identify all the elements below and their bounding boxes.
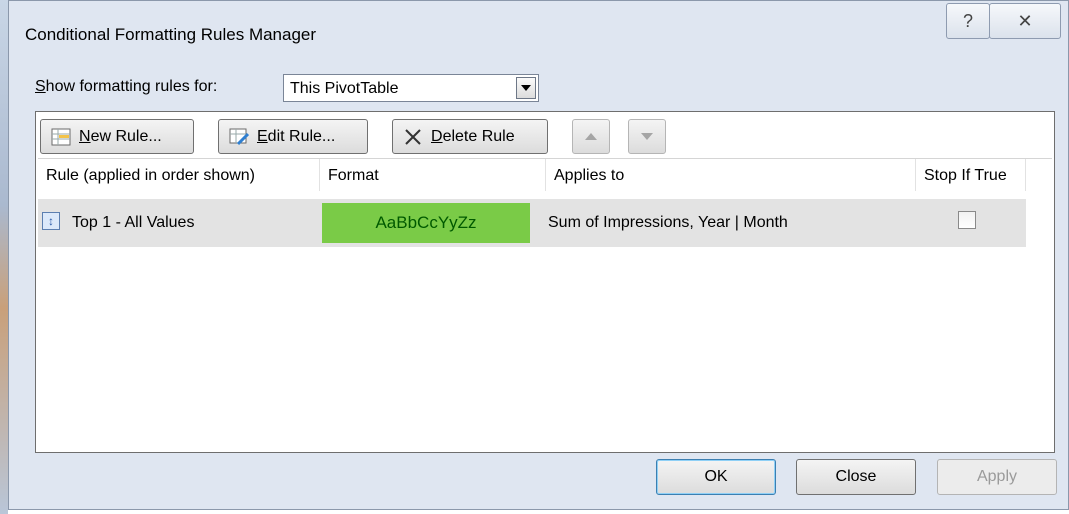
edit-rule-button[interactable]: Edit Rule... [218, 119, 368, 154]
column-header-applies-to[interactable]: Applies to [546, 159, 916, 191]
conditional-formatting-dialog: Conditional Formatting Rules Manager ? ✕… [8, 0, 1069, 510]
new-rule-button[interactable]: New Rule... [40, 119, 194, 154]
arrow-up-icon [585, 133, 597, 140]
help-button[interactable]: ? [946, 3, 990, 39]
dialog-client: Show formatting rules for: This PivotTab… [25, 63, 1060, 501]
column-header-rule[interactable]: Rule (applied in order shown) [38, 159, 320, 191]
ok-button[interactable]: OK [656, 459, 776, 495]
edit-rule-icon [229, 128, 250, 146]
close-icon: ✕ [1017, 10, 1033, 31]
show-rules-selected: This PivotTable [290, 80, 399, 97]
new-rule-icon [51, 128, 71, 146]
apply-button[interactable]: Apply [937, 459, 1057, 495]
move-down-button[interactable] [628, 119, 666, 154]
applies-to-value[interactable]: Sum of Impressions, Year | Month [548, 214, 788, 232]
rule-row[interactable]: ↕ Top 1 - All Values AaBbCcYyZz Sum of I… [38, 199, 1026, 247]
arrow-down-icon [641, 133, 653, 140]
rules-list: Rule (applied in order shown) Format App… [38, 158, 1052, 450]
delete-icon [403, 128, 423, 146]
format-preview: AaBbCcYyZz [322, 203, 530, 243]
column-header-format[interactable]: Format [320, 159, 546, 191]
dialog-title: Conditional Formatting Rules Manager [25, 25, 317, 44]
rules-panel: New Rule... Edit Rule... Delete Rule Rul… [35, 111, 1055, 453]
close-button[interactable]: Close [796, 459, 916, 495]
show-rules-dropdown[interactable]: This PivotTable [283, 74, 539, 102]
chevron-down-icon[interactable] [516, 77, 536, 99]
rules-list-header: Rule (applied in order shown) Format App… [38, 159, 1052, 191]
delete-rule-button[interactable]: Delete Rule [392, 119, 548, 154]
title-bar: Conditional Formatting Rules Manager ? ✕ [9, 1, 1068, 71]
help-icon: ? [962, 10, 973, 31]
rules-toolbar: New Rule... Edit Rule... Delete Rule [36, 112, 1054, 158]
background-window-edge [0, 0, 8, 514]
rule-type-icon: ↕ [42, 212, 60, 230]
stop-if-true-checkbox[interactable] [958, 211, 976, 229]
rule-description: Top 1 - All Values [72, 214, 195, 231]
close-window-button[interactable]: ✕ [989, 3, 1061, 39]
column-header-stop-if-true[interactable]: Stop If True [916, 159, 1026, 191]
show-rules-label: Show formatting rules for: [35, 78, 218, 95]
move-up-button[interactable] [572, 119, 610, 154]
